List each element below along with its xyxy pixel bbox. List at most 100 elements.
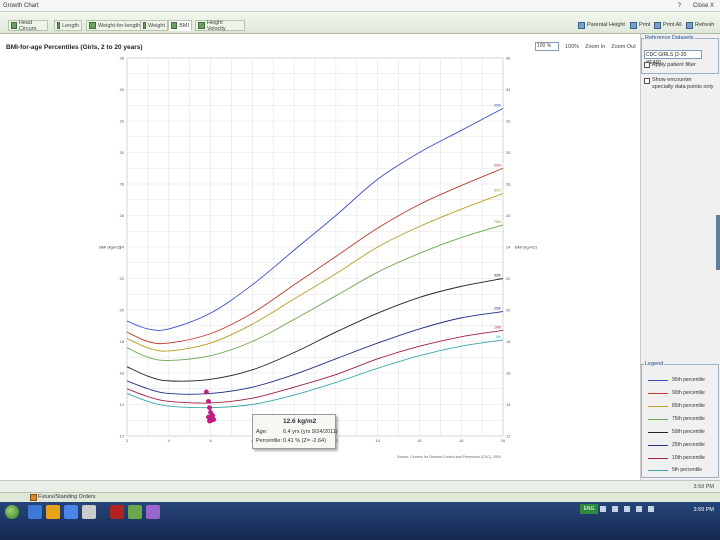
y-tick-label-right: 18 — [506, 339, 511, 344]
patient-data-point — [207, 405, 212, 411]
patient-data-point — [207, 418, 212, 424]
show-specialty-label: Show encounter specialty data points onl… — [652, 77, 714, 90]
legend-label: 5th percentile — [672, 467, 703, 473]
legend-swatch — [648, 392, 668, 394]
x-tick-label: 14 — [375, 438, 380, 443]
tab-height-velocity[interactable]: Height Velocity — [195, 19, 245, 32]
zoom-select[interactable]: 100 % — [535, 42, 559, 51]
printer-icon — [630, 21, 637, 29]
status-bar: 3:59 PM — [0, 480, 720, 492]
start-button[interactable] — [5, 505, 19, 519]
legend-item: 75th percentile — [648, 416, 705, 422]
y-tick-label-right: 20 — [506, 308, 511, 313]
parents-icon — [578, 21, 585, 29]
tray-icon — [648, 506, 654, 512]
y-axis-label-right: BMI (kg/m2) — [515, 245, 537, 250]
tab-head-circum[interactable]: Head Circum. — [8, 20, 48, 32]
tray-icon — [600, 506, 606, 512]
percentile-line-label: 90th — [494, 163, 501, 167]
y-tick-label: 26 — [120, 213, 125, 218]
y-tick-label: 16 — [120, 371, 125, 376]
taskbar-app-icon[interactable] — [128, 505, 142, 519]
y-tick-label-right: 24 — [506, 245, 511, 250]
tooltip-percentile-label: Percentile: — [256, 438, 282, 444]
y-tick-label: 18 — [120, 339, 125, 344]
legend-label: 90th percentile — [672, 390, 705, 396]
system-tray[interactable] — [600, 506, 654, 512]
y-tick-label: 28 — [120, 182, 125, 187]
chart-controls: 100 % 100% Zoom In Zoom Out — [535, 42, 636, 51]
language-indicator[interactable]: ENG — [580, 504, 598, 514]
toolbar-label: Parental Height — [587, 22, 625, 28]
tooltip-age-value: 6.4 yrs (yrs 9/24/2011) — [283, 429, 338, 435]
zoom-in-button[interactable]: Zoom In — [585, 44, 605, 50]
y-tick-label: 20 — [120, 308, 125, 313]
taskbar-app-icon[interactable] — [28, 505, 42, 519]
weight-icon — [143, 22, 146, 29]
legend-label: 85th percentile — [672, 403, 705, 409]
legend-item: 25th percentile — [648, 442, 705, 448]
percentile-line-label: 10th — [494, 325, 501, 329]
y-tick-label-right: 14 — [506, 402, 511, 407]
refresh-button[interactable]: Refresh — [686, 20, 714, 30]
orders-icon — [30, 494, 37, 501]
reference-heading: Reference Datasets — [644, 35, 695, 41]
refresh-icon — [686, 21, 693, 29]
zoom-out-button[interactable]: Zoom Out — [611, 44, 635, 50]
source-note: Source: Centers for Disease Control and … — [397, 455, 501, 459]
apply-filter-label: Apply patient filter — [652, 62, 696, 68]
tray-icon — [612, 506, 618, 512]
scrollbar-edge[interactable] — [716, 215, 720, 270]
tooltip-age-label: Age: — [256, 429, 268, 435]
print-all-button[interactable]: Print All — [654, 20, 682, 30]
y-tick-label: 32 — [120, 119, 125, 124]
legend-label: 50th percentile — [672, 429, 705, 435]
show-specialty-checkbox[interactable] — [644, 78, 650, 84]
taskbar-app-icon[interactable] — [64, 505, 78, 519]
printer-all-icon — [654, 21, 661, 29]
print-button[interactable]: Print — [630, 20, 650, 30]
parental-height-button[interactable]: Parental Height — [578, 20, 625, 30]
head-icon — [11, 22, 17, 29]
x-tick-label: 6 — [209, 438, 212, 443]
y-tick-label-right: 30 — [506, 150, 511, 155]
patient-data-point — [211, 417, 217, 422]
y-tick-label-right: 32 — [506, 119, 511, 124]
taskbar-app-icon[interactable] — [46, 505, 60, 519]
tab-weight-for-length[interactable]: Weight-for-length — [86, 20, 146, 31]
tab-weight[interactable]: Weight — [140, 20, 168, 31]
tab-label: Length — [62, 22, 79, 29]
legend-item: 95th percentile — [648, 377, 705, 383]
y-axis-label: BMI (kg/m2) — [99, 245, 121, 250]
tab-label: Height Velocity — [206, 19, 226, 32]
legend-label: 25th percentile — [672, 442, 705, 448]
legend-heading: Legend — [644, 361, 665, 367]
legend-swatch — [648, 444, 668, 446]
close-button[interactable]: Close X — [693, 3, 714, 9]
y-tick-label-right: 16 — [506, 371, 511, 376]
legend-label: 95th percentile — [672, 377, 705, 383]
taskbar-app-icon[interactable] — [146, 505, 160, 519]
tab-bmi[interactable]: BMI — [168, 20, 192, 31]
reference-dataset-select[interactable]: CDC GIRLS (2-20 YEAR) — [644, 50, 702, 66]
y-tick-label-right: 26 — [506, 213, 511, 218]
patient-data-point — [206, 398, 211, 404]
x-tick-label: 4 — [168, 438, 171, 443]
taskbar-app-icon[interactable] — [82, 505, 96, 519]
apply-filter-checkbox[interactable] — [644, 62, 650, 68]
tab-length[interactable]: Length — [54, 20, 82, 31]
y-tick-label: 12 — [120, 434, 125, 439]
legend-item: 90th percentile — [648, 390, 705, 396]
bmi-icon — [171, 22, 178, 29]
data-point-tooltip: 12.6 kg/m2 Age: 6.4 yrs (yrs 9/24/2011) … — [252, 414, 338, 449]
percentile-line-label: 5th — [496, 335, 501, 339]
y-tick-label: 14 — [120, 402, 125, 407]
x-tick-label: 20 — [501, 438, 506, 443]
patient-data-point — [210, 413, 216, 418]
future-orders-link[interactable]: Future/Standing Orders — [38, 494, 95, 500]
x-tick-label: 18 — [459, 438, 464, 443]
legend-swatch — [648, 405, 668, 407]
taskbar-app-icon[interactable] — [110, 505, 124, 519]
help-button[interactable]: ? — [678, 3, 681, 9]
taskbar: ENG 3:59 PM — [0, 502, 720, 540]
